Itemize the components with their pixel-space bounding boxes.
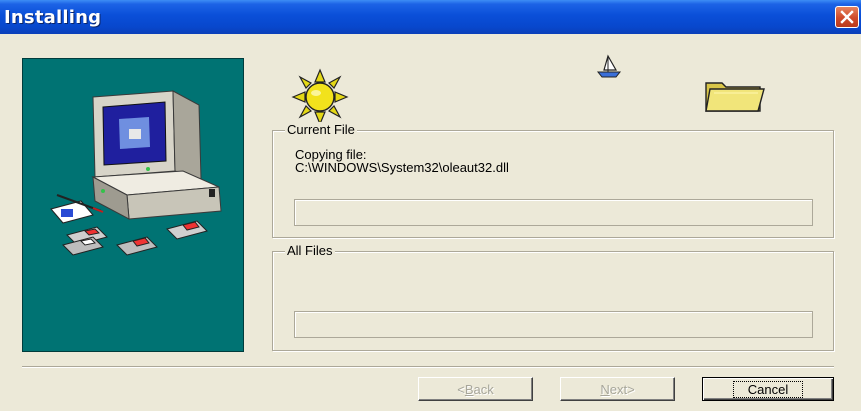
current-file-group: Current File Copying file: C:\WINDOWS\Sy… (272, 122, 834, 238)
all-files-progress-bar (294, 311, 813, 338)
close-icon (840, 10, 854, 24)
side-illustration-panel (22, 58, 244, 352)
sun-icon (291, 68, 349, 126)
close-button[interactable] (835, 6, 859, 28)
all-files-legend: All Files (285, 243, 335, 259)
computer-illustration (50, 90, 222, 256)
back-button[interactable]: < Back (418, 377, 533, 401)
cancel-button-label: Cancel (732, 380, 804, 398)
next-button-mnemonic: N (600, 381, 610, 397)
folder-icon (705, 82, 765, 112)
title-bar[interactable]: Installing (0, 0, 861, 34)
back-button-prefix: < (457, 381, 465, 397)
all-files-group: All Files (272, 243, 834, 351)
next-button-suffix: > (627, 381, 635, 397)
current-file-progress-bar (294, 199, 813, 226)
next-button-rest: ext (609, 381, 628, 397)
window-title: Installing (4, 7, 102, 28)
back-button-mnemonic: B (464, 381, 474, 397)
next-button[interactable]: Next > (560, 377, 675, 401)
back-button-rest: ack (473, 381, 494, 397)
sailboat-icon (596, 54, 622, 78)
current-file-legend: Current File (285, 122, 357, 138)
current-file-path: C:\WINDOWS\System32\oleaut32.dll (295, 160, 509, 175)
button-separator (22, 366, 834, 368)
cancel-button[interactable]: Cancel (702, 377, 834, 401)
